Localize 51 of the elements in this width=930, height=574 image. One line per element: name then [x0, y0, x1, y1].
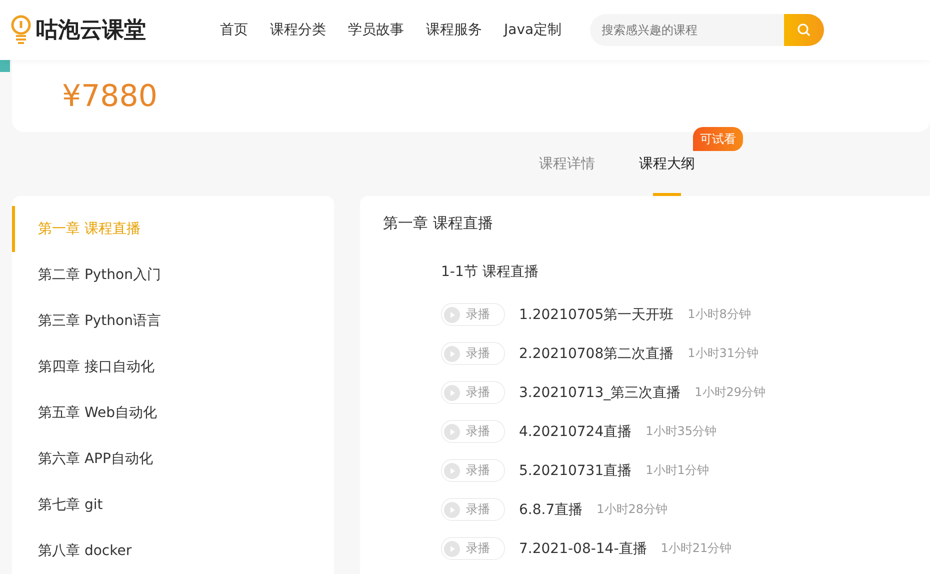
- trial-badge: 可试看: [693, 127, 743, 151]
- section-title: 1-1节 课程直播: [441, 263, 540, 281]
- play-icon: [444, 540, 460, 556]
- play-icon: [444, 306, 460, 322]
- play-icon: [444, 462, 460, 478]
- tag-text: 录播: [466, 306, 490, 323]
- lesson-duration: 1小时31分钟: [688, 345, 759, 362]
- chapter-item[interactable]: 第四章 接口自动化: [12, 344, 334, 390]
- play-icon: [444, 424, 460, 440]
- tag-text: 录播: [466, 540, 490, 557]
- chapter-item[interactable]: 第二章 Python入门: [12, 252, 334, 298]
- lesson-duration: 1小时35分钟: [646, 423, 717, 440]
- nav-link[interactable]: 课程分类: [270, 21, 326, 39]
- nav-link[interactable]: 学员故事: [348, 21, 404, 39]
- search-field[interactable]: 搜索感兴趣的课程: [590, 14, 784, 46]
- tag-text: 录播: [466, 423, 490, 440]
- tag-text: 录播: [466, 501, 490, 518]
- lightbulb-logo-icon: [10, 15, 32, 45]
- chapter-item[interactable]: 第五章 Web自动化: [12, 390, 334, 436]
- nav-link[interactable]: 首页: [220, 21, 248, 39]
- search-button[interactable]: [784, 14, 824, 46]
- lesson-duration: 1小时8分钟: [688, 306, 751, 323]
- chapter-item[interactable]: 第三章 Python语言: [12, 298, 334, 344]
- lesson-link[interactable]: 1.20210705第一天开班: [519, 306, 674, 324]
- search-icon: [796, 23, 811, 37]
- price-text: ¥7880: [62, 78, 158, 114]
- tag-text: 录播: [466, 384, 490, 401]
- lesson-duration: 1小时21分钟: [660, 540, 732, 557]
- tag-text: 录播: [466, 345, 490, 362]
- nav-link[interactable]: 课程服务: [426, 21, 482, 39]
- lesson-link[interactable]: 5.20210731直播: [519, 462, 632, 480]
- play-icon: [444, 502, 460, 518]
- lesson-link[interactable]: 2.20210708第二次直播: [519, 344, 674, 362]
- chapter-item[interactable]: 第六章 APP自动化: [12, 436, 334, 482]
- play-icon: [444, 384, 460, 400]
- lesson-duration: 1小时1分钟: [646, 462, 709, 479]
- lesson-link[interactable]: 7.2021-08-14-直播: [519, 540, 647, 558]
- lesson-duration: 1小时29分钟: [694, 384, 766, 401]
- nav-link[interactable]: Java定制: [504, 21, 562, 39]
- chapter-title: 第一章 课程直播: [383, 214, 494, 233]
- chapter-item[interactable]: 第七章 git: [12, 482, 334, 528]
- tab[interactable]: 课程大纲: [639, 132, 695, 196]
- lesson-link[interactable]: 3.20210713_第三次直播: [519, 384, 681, 402]
- logo-text: 咕泡云课堂: [36, 17, 146, 45]
- lesson-link[interactable]: 6.8.7直播: [519, 500, 583, 518]
- play-icon: [444, 346, 460, 362]
- accent-mark: [0, 60, 10, 72]
- lesson-link[interactable]: 4.20210724直播: [519, 422, 632, 440]
- chapter-item[interactable]: 第八章 docker: [12, 528, 334, 574]
- lesson-duration: 1小时28分钟: [596, 501, 668, 518]
- tag-text: 录播: [466, 462, 490, 479]
